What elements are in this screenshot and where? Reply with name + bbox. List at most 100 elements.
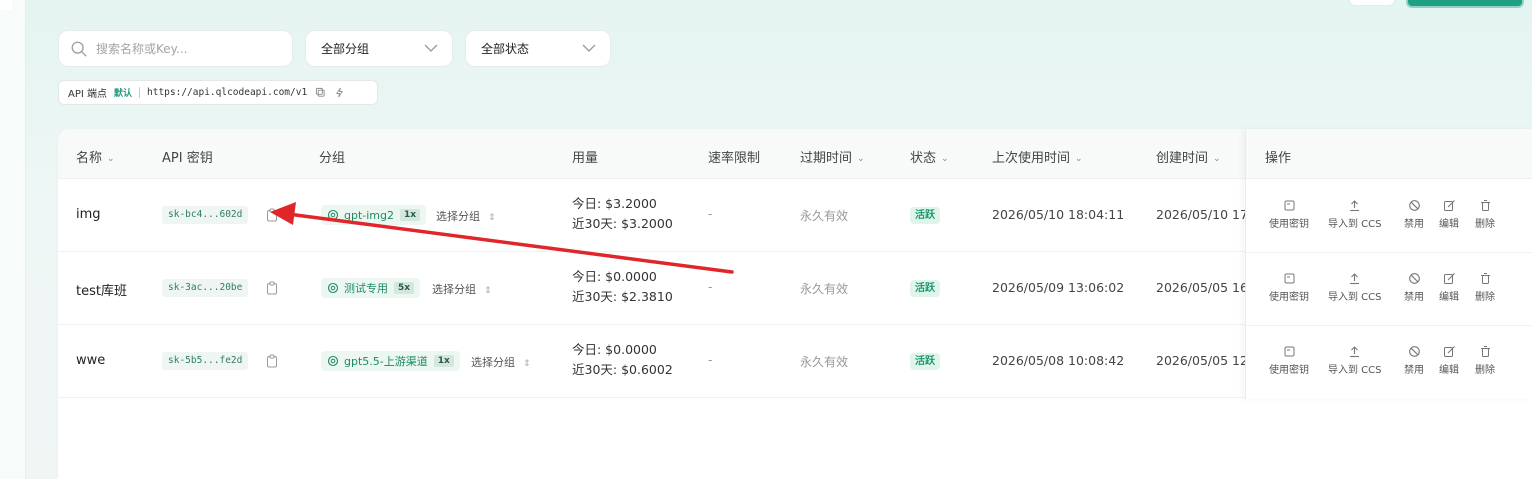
left-sidebar-edge: [0, 0, 26, 479]
usage-30d: 近30天: $0.6002: [572, 362, 673, 377]
group-tag: 测试专用 5x: [321, 278, 421, 298]
trash-icon: [1480, 273, 1490, 284]
multiplier-badge: 1x: [433, 355, 454, 367]
status-badge: 活跃: [910, 280, 940, 297]
group-name: 测试专用: [344, 282, 388, 295]
key-icon: [1284, 346, 1294, 357]
header-status[interactable]: 状态 ⌄: [910, 147, 949, 166]
header-usage: 用量: [572, 151, 599, 166]
trash-icon: [1480, 200, 1490, 211]
group-select[interactable]: 选择分组 ⇕: [432, 281, 492, 297]
group-name: gpt5.5-上游渠道: [344, 355, 428, 368]
use-key-button[interactable]: 使用密钥: [1269, 272, 1309, 303]
status-filter-value: 全部状态: [481, 42, 530, 56]
top-primary-button[interactable]: [1406, 0, 1524, 8]
action-label: 删除: [1475, 292, 1495, 303]
header-key: API 密钥: [162, 151, 213, 166]
group-filter-value: 全部分组: [321, 42, 370, 56]
usage-today: 今日: $0.0000: [572, 342, 657, 357]
ban-icon: [1408, 200, 1420, 211]
chevron-down-icon: ⌄: [107, 154, 115, 164]
chevron-down-icon: ⌄: [941, 154, 949, 164]
endpoint-label: API 端点: [68, 89, 107, 100]
actions-column: 操作 使用密钥 导入到 CCS 禁用 编辑 删除 使用密钥 导入到 CCS 禁用 编辑 删除 使用密…: [1245, 129, 1532, 399]
import-ccs-button[interactable]: 导入到 CCS: [1328, 199, 1382, 230]
trash-icon: [1480, 346, 1490, 357]
edit-button[interactable]: 编辑: [1439, 272, 1459, 303]
delete-button[interactable]: 删除: [1475, 199, 1495, 230]
rate-limit-value: -: [708, 353, 713, 367]
rate-limit-value: -: [708, 207, 713, 221]
top-secondary-button[interactable]: [1349, 0, 1395, 6]
last-used-value: 2026/05/08 10:08:42: [992, 353, 1125, 368]
last-used-value: 2026/05/09 13:06:02: [992, 280, 1125, 295]
usage-30d: 近30天: $2.3810: [572, 289, 673, 304]
header-name[interactable]: 名称 ⌄: [76, 147, 115, 166]
use-key-button[interactable]: 使用密钥: [1269, 345, 1309, 376]
action-label: 使用密钥: [1269, 365, 1309, 376]
actions-header: 操作: [1246, 129, 1532, 179]
action-label: 删除: [1475, 365, 1495, 376]
status-filter-select[interactable]: 全部状态: [465, 30, 611, 67]
group-select[interactable]: 选择分组 ⇕: [436, 208, 496, 224]
import-ccs-button[interactable]: 导入到 CCS: [1328, 345, 1382, 376]
row-divider: [1246, 252, 1532, 253]
header-rate-limit: 速率限制: [708, 151, 761, 166]
import-ccs-button[interactable]: 导入到 CCS: [1328, 272, 1382, 303]
action-label: 使用密钥: [1269, 219, 1309, 230]
group-select[interactable]: 选择分组 ⇕: [471, 354, 531, 370]
key-name: test库班: [76, 284, 127, 299]
created-value: 2026/05/05 12: [1156, 353, 1248, 368]
action-label: 编辑: [1439, 365, 1459, 376]
action-label: 删除: [1475, 219, 1495, 230]
api-key-value: sk-5b5...fe2d: [162, 352, 249, 370]
clipboard-icon[interactable]: [266, 281, 278, 295]
delete-button[interactable]: 删除: [1475, 272, 1495, 303]
disable-button[interactable]: 禁用: [1404, 272, 1424, 303]
status-badge: 活跃: [910, 353, 940, 370]
actions-header-label: 操作: [1265, 151, 1292, 166]
delete-button[interactable]: 删除: [1475, 345, 1495, 376]
openai-icon: [327, 282, 339, 294]
action-label: 禁用: [1404, 219, 1424, 230]
action-label: 编辑: [1439, 219, 1459, 230]
ban-icon: [1408, 273, 1420, 284]
default-tag: 默认: [114, 89, 133, 99]
header-created[interactable]: 创建时间 ⌄: [1156, 147, 1221, 166]
clipboard-icon[interactable]: [266, 208, 278, 222]
usage-30d: 近30天: $3.2000: [572, 216, 673, 231]
clipboard-icon[interactable]: [266, 354, 278, 368]
action-label: 导入到 CCS: [1328, 219, 1382, 230]
openai-icon: [327, 355, 339, 367]
group-name: gpt-img2: [344, 208, 394, 222]
upload-icon: [1350, 200, 1360, 212]
chevron-down-icon: [424, 44, 438, 52]
edit-button[interactable]: 编辑: [1439, 345, 1459, 376]
openai-icon: [327, 209, 339, 221]
row-divider: [1246, 325, 1532, 326]
usage-cell: 今日: $3.2000 近30天: $3.2000: [572, 194, 673, 234]
sidebar-edge-blip: [0, 0, 12, 10]
edit-button[interactable]: 编辑: [1439, 199, 1459, 230]
chevron-down-icon: ⌄: [1075, 154, 1083, 164]
header-expire[interactable]: 过期时间 ⌄: [800, 147, 865, 166]
api-key-value: sk-bc4...602d: [162, 206, 249, 224]
sort-icon: ⇕: [523, 359, 531, 369]
lightning-icon[interactable]: [334, 87, 345, 98]
api-key-value: sk-3ac...20be: [162, 279, 249, 297]
copy-icon[interactable]: [315, 87, 326, 98]
group-tag: gpt5.5-上游渠道 1x: [321, 351, 460, 371]
group-tag: gpt-img2 1x: [321, 205, 427, 225]
divider: [139, 87, 141, 98]
usage-today: 今日: $3.2000: [572, 196, 657, 211]
disable-button[interactable]: 禁用: [1404, 345, 1424, 376]
pencil-icon: [1443, 273, 1455, 284]
use-key-button[interactable]: 使用密钥: [1269, 199, 1309, 230]
search-input[interactable]: [96, 41, 276, 56]
search-box[interactable]: [58, 30, 293, 67]
header-last-used[interactable]: 上次使用时间 ⌄: [992, 147, 1083, 166]
group-filter-select[interactable]: 全部分组: [305, 30, 453, 67]
disable-button[interactable]: 禁用: [1404, 199, 1424, 230]
upload-icon: [1350, 346, 1360, 358]
search-icon: [71, 41, 87, 56]
